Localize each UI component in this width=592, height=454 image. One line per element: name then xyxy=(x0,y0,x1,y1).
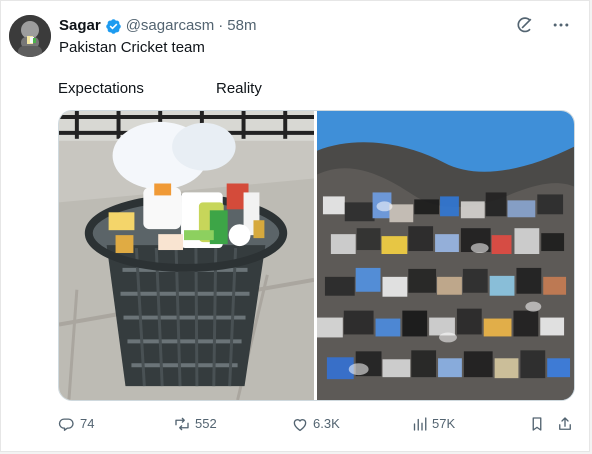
bookmark-icon xyxy=(532,417,542,431)
caption-expectations: Expectations xyxy=(58,80,144,97)
tweet-card: Sagar @sagarcasm · 58m Pakistan Cricket … xyxy=(0,0,590,452)
caption-reality: Reality xyxy=(216,80,262,97)
heart-icon xyxy=(293,419,307,432)
reply-icon xyxy=(58,418,74,431)
media-grid[interactable] xyxy=(58,110,575,401)
repost-count: 552 xyxy=(195,416,217,431)
grok-icon[interactable] xyxy=(515,15,535,35)
like-button[interactable]: 6.3K xyxy=(291,415,340,433)
trash-can-image xyxy=(59,111,314,400)
views-button[interactable]: 57K xyxy=(410,415,455,433)
tweet-header: Sagar @sagarcasm · 58m xyxy=(59,17,256,35)
reply-button[interactable]: 74 xyxy=(58,415,94,433)
avatar-photo xyxy=(9,15,51,57)
header-separator: · xyxy=(218,17,224,34)
avatar[interactable] xyxy=(9,15,51,57)
author-name[interactable]: Sagar xyxy=(59,17,101,35)
reality-photo[interactable] xyxy=(317,111,574,400)
views-count: 57K xyxy=(432,416,456,431)
views-icon xyxy=(413,417,427,431)
reply-count: 74 xyxy=(80,416,95,431)
repost-icon xyxy=(175,417,189,431)
expectation-photo[interactable] xyxy=(59,111,316,400)
tweet-actions: 74 552 6.3K 57K xyxy=(58,415,571,435)
post-time[interactable]: 58m xyxy=(227,17,256,35)
tweet-text: Pakistan Cricket team xyxy=(59,39,205,56)
share-button[interactable] xyxy=(556,415,574,433)
more-icon[interactable] xyxy=(551,15,571,35)
share-icon xyxy=(559,417,571,430)
like-count: 6.3K xyxy=(313,416,340,431)
garbage-heap-image xyxy=(317,111,574,400)
repost-button[interactable]: 552 xyxy=(173,415,217,433)
author-handle[interactable]: @sagarcasm xyxy=(126,17,215,35)
top-actions xyxy=(515,15,571,35)
verified-badge-icon xyxy=(105,18,121,34)
bookmark-button[interactable] xyxy=(528,415,546,433)
